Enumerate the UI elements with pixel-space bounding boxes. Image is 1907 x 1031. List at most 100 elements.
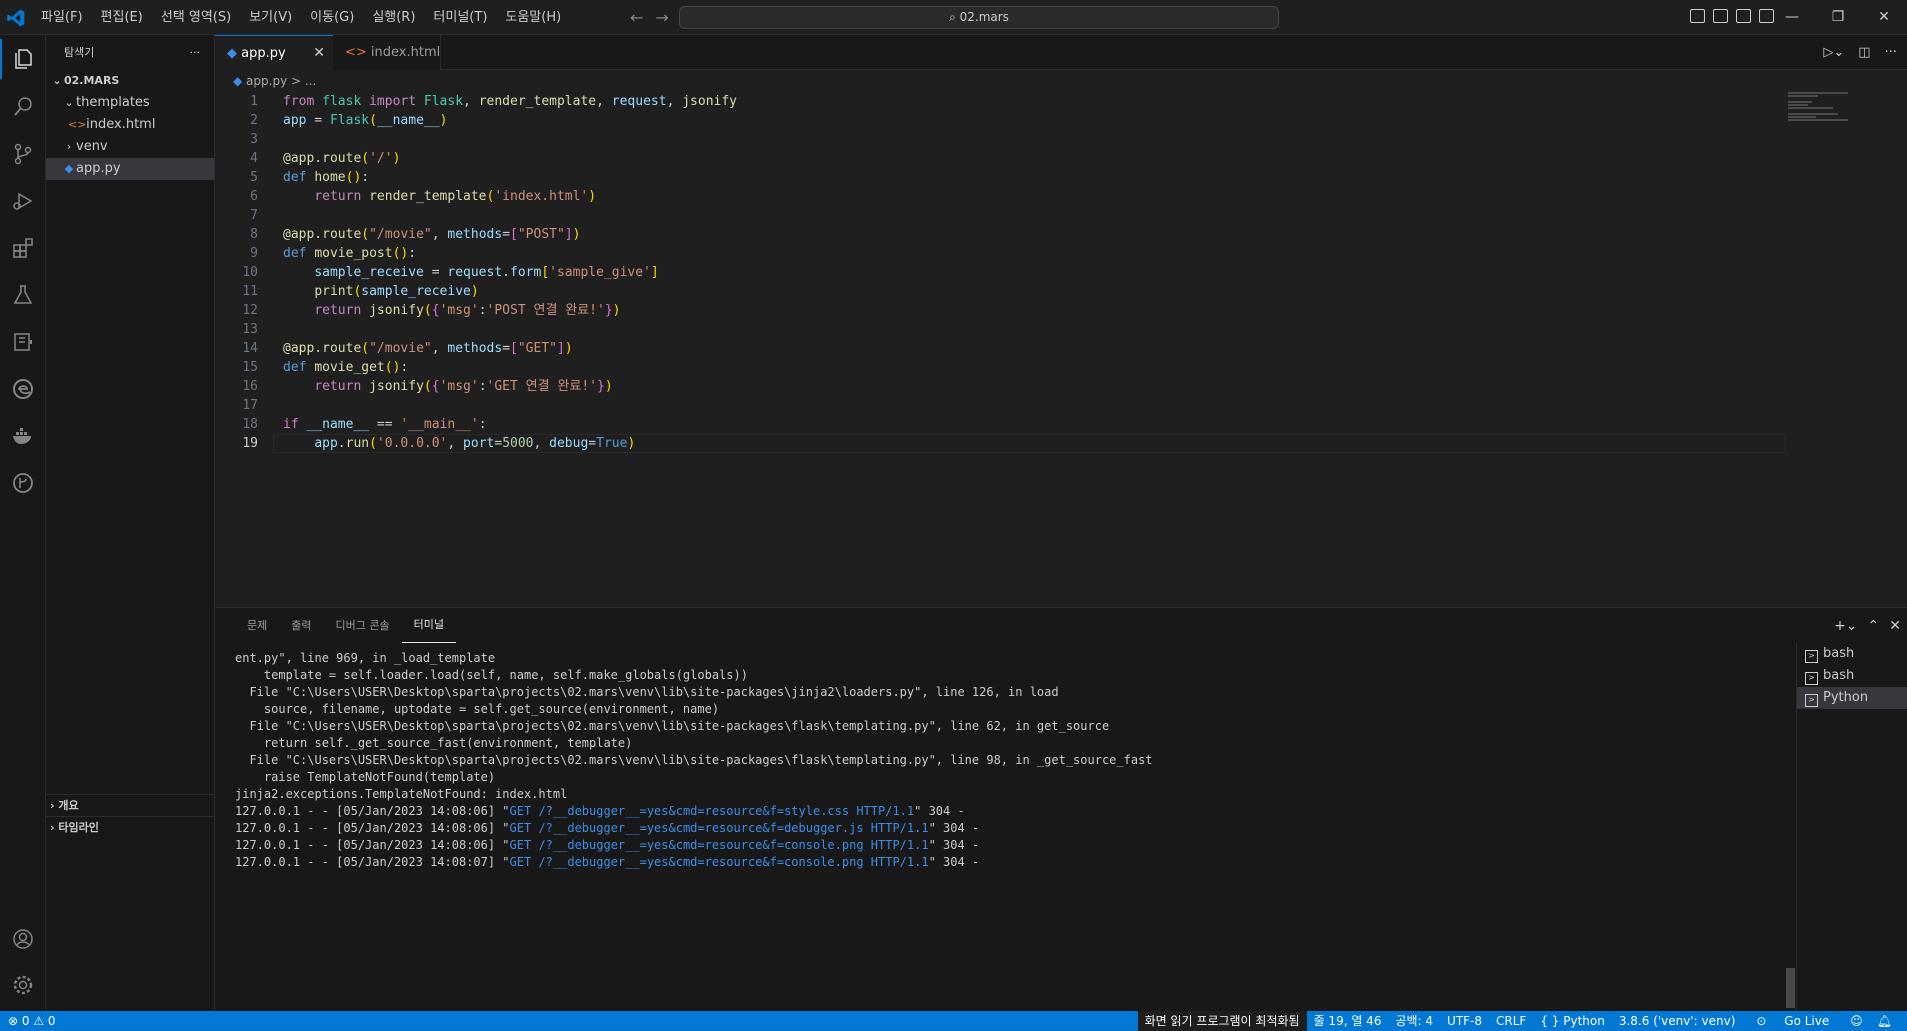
extensions-icon[interactable]: [0, 228, 46, 268]
terminal-line: template = self.loader.load(self, name, …: [235, 668, 748, 682]
outline-label: 개요: [58, 799, 79, 812]
tree-item-templates-folder[interactable]: ⌄ themplates: [46, 92, 214, 114]
minimap[interactable]: [1788, 92, 1893, 132]
back-arrow-icon[interactable]: ←: [630, 8, 643, 27]
close-window-button[interactable]: ✕: [1861, 0, 1907, 35]
menu-selection[interactable]: 선택 영역(S): [152, 0, 240, 35]
toggle-panel-icon[interactable]: [1713, 9, 1728, 23]
menu-edit[interactable]: 편집(E): [92, 0, 152, 35]
terminal-output[interactable]: ent.py", line 969, in _load_template tem…: [235, 650, 1765, 871]
status-indentation[interactable]: 공백: 4: [1388, 1011, 1440, 1031]
tree-item-venv-folder[interactable]: › venv: [46, 136, 214, 158]
minimize-button[interactable]: —: [1769, 0, 1815, 35]
python-file-icon: ◆: [233, 74, 247, 88]
toggle-primary-sidebar-icon[interactable]: [1690, 9, 1705, 23]
status-eol[interactable]: CRLF: [1489, 1011, 1533, 1031]
request-link[interactable]: GET /?__debugger__=yes&cmd=resource&f=st…: [510, 804, 915, 818]
menu-run[interactable]: 실행(R): [363, 0, 424, 35]
outline-section[interactable]: › 개요: [46, 794, 215, 816]
status-language[interactable]: { } Python: [1533, 1011, 1612, 1031]
status-go-live[interactable]: ⊙ Go Live: [1742, 1011, 1843, 1031]
line-number: 5: [250, 170, 258, 185]
remote-explorer-icon[interactable]: [0, 322, 46, 362]
tab-debug-console[interactable]: 디버그 콘솔: [324, 608, 402, 643]
status-problems[interactable]: ⊗ 0 ⚠ 0: [8, 1011, 56, 1031]
menu-help[interactable]: 도움말(H): [496, 0, 570, 35]
toggle-secondary-sidebar-icon[interactable]: [1736, 9, 1751, 23]
status-encoding[interactable]: UTF-8: [1440, 1011, 1489, 1031]
close-icon[interactable]: ✕: [313, 36, 325, 71]
code-text: sample_receive = request.form['sample_gi…: [314, 265, 659, 280]
code-line: 17: [215, 396, 1785, 415]
code-line: 3: [215, 130, 1785, 149]
terminal-request-line: 127.0.0.1 - - [05/Jan/2023 14:08:06] "GE…: [235, 837, 1765, 854]
menu-file[interactable]: 파일(F): [32, 0, 92, 35]
code-text: @app.route('/'): [283, 151, 401, 166]
layout-controls: [1690, 9, 1774, 23]
tab-app-py[interactable]: ◆ app.py ✕: [215, 35, 333, 70]
menu-terminal[interactable]: 터미널(T): [424, 0, 496, 35]
terminal-request-line: 127.0.0.1 - - [05/Jan/2023 14:08:07] "GE…: [235, 854, 1765, 871]
code-line: 13: [215, 320, 1785, 339]
request-suffix: " 304 -: [914, 804, 965, 818]
code-editor[interactable]: 1 from flask import Flask, render_templat…: [215, 92, 1785, 453]
menu-go[interactable]: 이동(G): [301, 0, 363, 35]
split-editor-icon[interactable]: ◫: [1858, 45, 1870, 60]
run-and-debug-icon[interactable]: [0, 181, 46, 221]
terminal-line: raise TemplateNotFound(template): [235, 770, 496, 784]
tree-item-index-html[interactable]: <> index.html: [46, 114, 214, 136]
request-link[interactable]: GET /?__debugger__=yes&cmd=resource&f=co…: [510, 855, 929, 869]
maximize-panel-icon[interactable]: ⌃: [1868, 618, 1880, 634]
request-link[interactable]: GET /?__debugger__=yes&cmd=resource&f=co…: [510, 838, 929, 852]
more-actions-icon[interactable]: ···: [1885, 45, 1897, 60]
testing-flask-icon[interactable]: [0, 275, 46, 315]
code-line: 7: [215, 206, 1785, 225]
command-center-search[interactable]: ⌕ 02.mars: [679, 6, 1279, 29]
run-python-file-icon[interactable]: ▷⌄: [1823, 45, 1844, 60]
request-suffix: " 304 -: [928, 821, 980, 835]
code-line: 4 @app.route('/'): [215, 149, 1785, 168]
terminal-scrollbar[interactable]: [1786, 968, 1795, 1008]
tab-index-html[interactable]: <> index.html: [333, 35, 441, 70]
git-graph-icon[interactable]: [0, 463, 46, 503]
request-link[interactable]: GET /?__debugger__=yes&cmd=resource&f=de…: [510, 821, 929, 835]
menu-view[interactable]: 보기(V): [240, 0, 301, 35]
tree-item-app-py[interactable]: ◆ app.py: [46, 158, 214, 180]
search-icon[interactable]: [0, 87, 46, 127]
breadcrumb[interactable]: ◆ app.py > ...: [215, 70, 316, 92]
accounts-icon[interactable]: [0, 919, 46, 959]
code-line: 14 @app.route("/movie", methods=["GET"]): [215, 339, 1785, 358]
settings-gear-icon[interactable]: [0, 965, 46, 1005]
tab-label: index.html: [370, 45, 441, 60]
status-screen-reader[interactable]: 화면 읽기 프로그램이 최적화됨: [1137, 1011, 1307, 1031]
tab-label: app.py: [241, 46, 286, 61]
code-text: app = Flask(__name__): [283, 113, 448, 128]
close-panel-icon[interactable]: ✕: [1889, 618, 1901, 634]
feedback-icon[interactable]: ☺: [1843, 1011, 1870, 1031]
request-prefix: 127.0.0.1 - - [05/Jan/2023 14:08:06] ": [235, 804, 510, 818]
source-control-icon[interactable]: [0, 134, 46, 174]
terminal-item-bash-2[interactable]: > bash: [1797, 665, 1907, 687]
docker-icon[interactable]: [0, 416, 46, 456]
terminal-item-python[interactable]: > Python: [1797, 687, 1907, 709]
code-line: 9 def movie_post():: [215, 244, 1785, 263]
chevron-right-icon: ›: [66, 140, 72, 153]
terminal-item-bash-1[interactable]: > bash: [1797, 643, 1907, 665]
notifications-bell-icon[interactable]: 🔔︎: [1870, 1011, 1899, 1031]
status-cursor-position[interactable]: 줄 19, 열 46: [1307, 1011, 1389, 1031]
tab-terminal[interactable]: 터미널: [401, 608, 456, 643]
timeline-label: 타임라인: [58, 821, 99, 834]
edge-devtools-icon[interactable]: [0, 369, 46, 409]
new-terminal-icon[interactable]: +⌄: [1834, 618, 1857, 634]
status-interpreter[interactable]: 3.8.6 ('venv': venv): [1612, 1011, 1743, 1031]
forward-arrow-icon[interactable]: →: [655, 8, 668, 27]
tab-problems[interactable]: 문제: [235, 608, 279, 643]
explorer-icon[interactable]: [0, 39, 46, 79]
timeline-section[interactable]: › 타임라인: [46, 816, 215, 838]
vscode-logo-icon: [7, 9, 25, 27]
workspace-root[interactable]: ⌄ 02.MARS: [46, 70, 214, 92]
restore-button[interactable]: ❐: [1815, 0, 1861, 35]
tab-output[interactable]: 출력: [279, 608, 323, 643]
terminal-line: ent.py", line 969, in _load_template: [235, 651, 496, 665]
more-actions-icon[interactable]: ···: [190, 35, 201, 70]
